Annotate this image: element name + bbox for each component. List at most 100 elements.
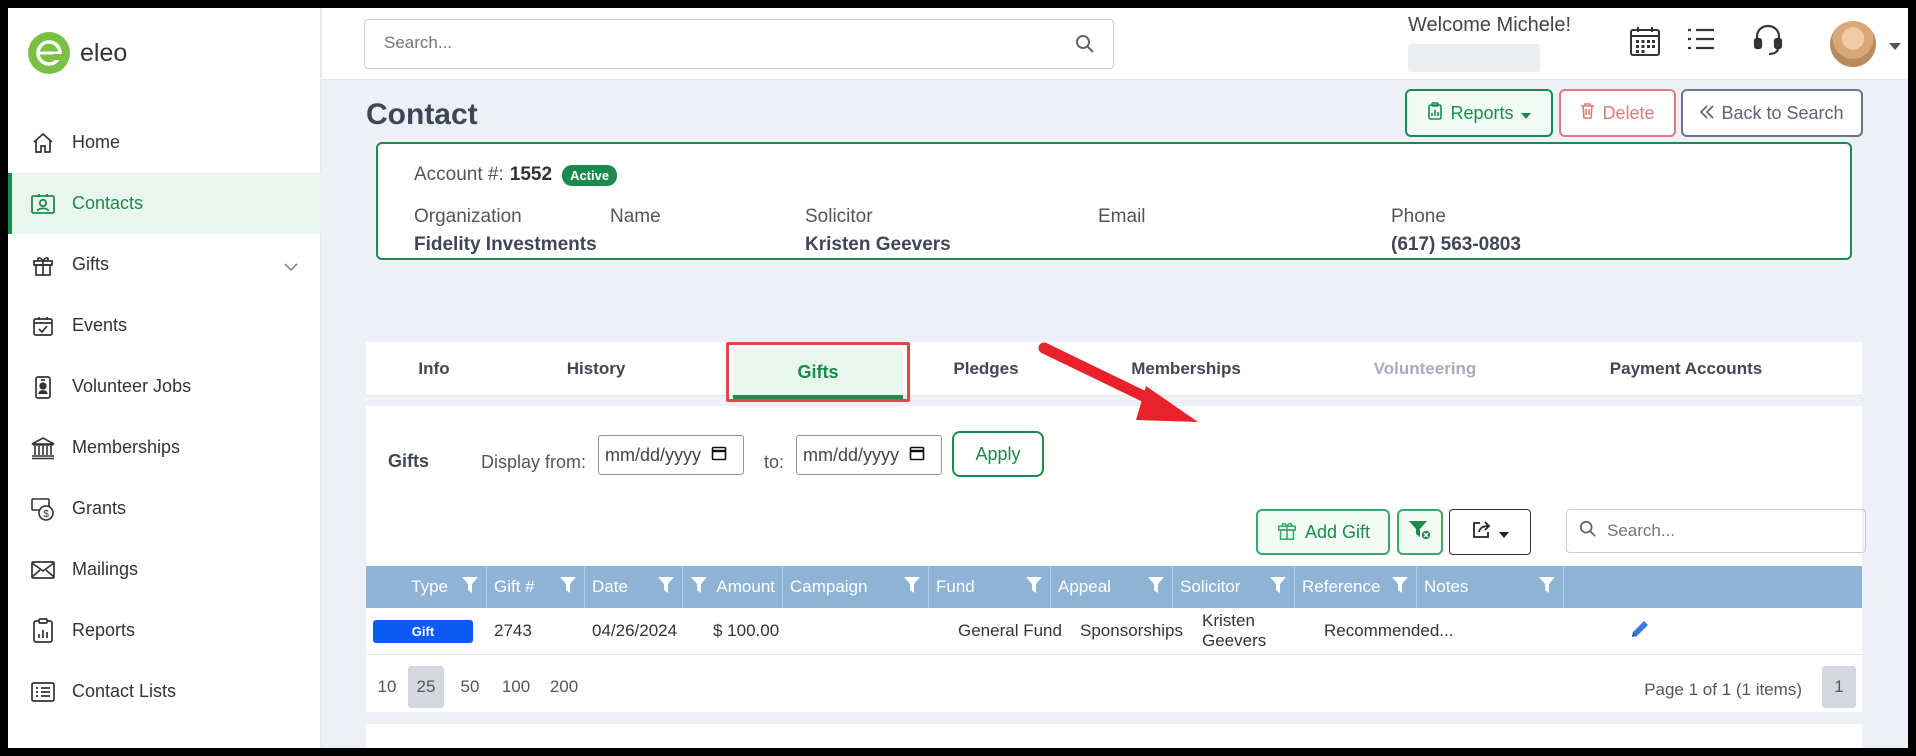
search-icon[interactable] (1075, 34, 1095, 59)
filter-icon[interactable] (1539, 576, 1555, 599)
phone-value: (617) 563-0803 (1391, 234, 1521, 255)
svg-text:$: $ (43, 509, 49, 520)
logo[interactable]: eleo (28, 32, 127, 74)
chevron-down-icon[interactable] (283, 256, 299, 277)
sidebar-item-reports[interactable]: Reports (8, 600, 321, 661)
cell-date: 04/26/2024 (592, 621, 678, 640)
clear-filter-button[interactable] (1397, 509, 1443, 555)
grid-search-input[interactable] (1607, 521, 1847, 541)
column-header-fund[interactable]: Fund (929, 566, 1051, 608)
back-button-label: Back to Search (1721, 102, 1844, 123)
filter-icon[interactable] (462, 576, 478, 599)
column-header-date[interactable]: Date (585, 566, 683, 608)
sidebar-item-label: Gifts (72, 254, 110, 274)
global-search (364, 19, 1114, 69)
calendar-icon[interactable] (1628, 24, 1662, 63)
solicitor-field: Solicitor Kristen Geevers (805, 206, 951, 256)
eleo-logo-icon (28, 32, 70, 74)
column-header-amount[interactable]: Amount (683, 566, 783, 608)
column-label: Notes (1424, 577, 1469, 596)
topbar: Welcome Michele! (322, 8, 1908, 80)
phone-label: Phone (1391, 206, 1446, 227)
sidebar-item-mailings[interactable]: Mailings (8, 539, 321, 600)
calendar-icon[interactable] (711, 445, 727, 466)
email-value (1098, 234, 1146, 256)
double-chevron-left-icon (1700, 103, 1715, 124)
sidebar-item-contact-lists[interactable]: Contact Lists (8, 661, 321, 722)
export-button[interactable] (1449, 509, 1531, 555)
edit-row-button[interactable] (1611, 608, 1669, 655)
page-size-100[interactable]: 100 (496, 666, 536, 708)
email-field: Email (1098, 206, 1146, 256)
filter-icon[interactable] (1148, 576, 1164, 599)
status-badge: Active (562, 164, 618, 186)
back-to-search-button[interactable]: Back to Search (1681, 89, 1863, 137)
column-header-appeal[interactable]: Appeal (1051, 566, 1173, 608)
page-info: Page 1 of 1 (1 items) (1644, 680, 1802, 699)
redacted-text (1408, 44, 1540, 72)
page-title: Contact (366, 98, 478, 131)
pager: 10 25 50 100 200 Page 1 of 1 (1 items) 1 (366, 656, 1862, 712)
tab-info[interactable]: Info (386, 342, 482, 396)
sidebar-nav: Home Contacts Gifts Events Volunteer Job… (8, 112, 321, 722)
table-row[interactable]: Gift 2743 04/26/2024 $ 100.00 General Fu… (366, 608, 1862, 655)
account-card: Account #: 1552 Active Organization Fide… (376, 142, 1852, 260)
pencil-icon (1629, 618, 1651, 645)
page-size-10[interactable]: 10 (372, 666, 402, 708)
add-gift-button[interactable]: Add Gift (1256, 509, 1390, 555)
filter-icon[interactable] (1026, 576, 1042, 599)
cell-campaign (829, 608, 951, 655)
sidebar-item-volunteer-jobs[interactable]: Volunteer Jobs (8, 356, 321, 417)
column-header-notes[interactable]: Notes (1417, 566, 1564, 608)
sidebar-item-label: Contacts (72, 193, 144, 213)
column-header-solicitor[interactable]: Solicitor (1173, 566, 1295, 608)
to-label: to: (764, 452, 785, 472)
sidebar-item-events[interactable]: Events (8, 295, 321, 356)
page-size-50[interactable]: 50 (454, 666, 486, 708)
filter-icon[interactable] (904, 576, 920, 599)
delete-button[interactable]: Delete (1559, 89, 1676, 137)
column-header-type[interactable]: Type (366, 566, 487, 608)
tab-payment-accounts[interactable]: Payment Accounts (1586, 342, 1786, 396)
sidebar-item-label: Contact Lists (72, 681, 177, 701)
cell-amount: $ 100.00 (713, 621, 780, 640)
filter-icon[interactable] (1392, 576, 1408, 599)
calendar-check-icon (30, 313, 56, 339)
page-number-button[interactable]: 1 (1822, 666, 1856, 708)
cell-reference: Recommended... (1324, 621, 1454, 640)
sidebar-item-home[interactable]: Home (8, 112, 321, 173)
column-header-campaign[interactable]: Campaign (783, 566, 929, 608)
headset-icon[interactable] (1752, 23, 1784, 62)
delete-button-label: Delete (1602, 102, 1655, 123)
sidebar-item-grants[interactable]: $ Grants (8, 478, 321, 539)
list-icon[interactable] (1686, 26, 1716, 57)
sidebar-item-memberships[interactable]: Memberships (8, 417, 321, 478)
tab-pledges[interactable]: Pledges (926, 342, 1046, 396)
caret-down-icon (1520, 103, 1531, 124)
avatar[interactable] (1830, 21, 1876, 67)
sidebar-item-contacts[interactable]: Contacts (8, 173, 321, 234)
date-from-input[interactable]: mm/dd/yyyy (598, 435, 744, 475)
date-to-input[interactable]: mm/dd/yyyy (796, 435, 942, 475)
column-header-reference[interactable]: Reference (1295, 566, 1417, 608)
reports-button[interactable]: Reports (1405, 89, 1553, 137)
filter-icon[interactable] (560, 576, 576, 599)
name-field: Name (610, 206, 661, 256)
apply-button[interactable]: Apply (952, 431, 1044, 477)
tab-gifts[interactable]: Gifts (733, 349, 903, 399)
filter-icon[interactable] (658, 576, 674, 599)
caret-down-icon[interactable] (1889, 38, 1901, 56)
page-size-25[interactable]: 25 (408, 666, 444, 708)
account-number: 1552 (509, 164, 553, 185)
filter-icon[interactable] (691, 576, 707, 599)
sidebar-item-gifts[interactable]: Gifts (8, 234, 321, 295)
add-gift-label: Add Gift (1304, 521, 1371, 542)
column-header-gift-no[interactable]: Gift # (487, 566, 585, 608)
page-size-200[interactable]: 200 (544, 666, 584, 708)
organization-value: Fidelity Investments (414, 234, 597, 255)
global-search-input[interactable] (365, 20, 1045, 66)
tab-history[interactable]: History (536, 342, 656, 396)
cell-solicitor: Kristen Geevers (1202, 611, 1267, 650)
calendar-icon[interactable] (909, 445, 925, 466)
filter-icon[interactable] (1270, 576, 1286, 599)
